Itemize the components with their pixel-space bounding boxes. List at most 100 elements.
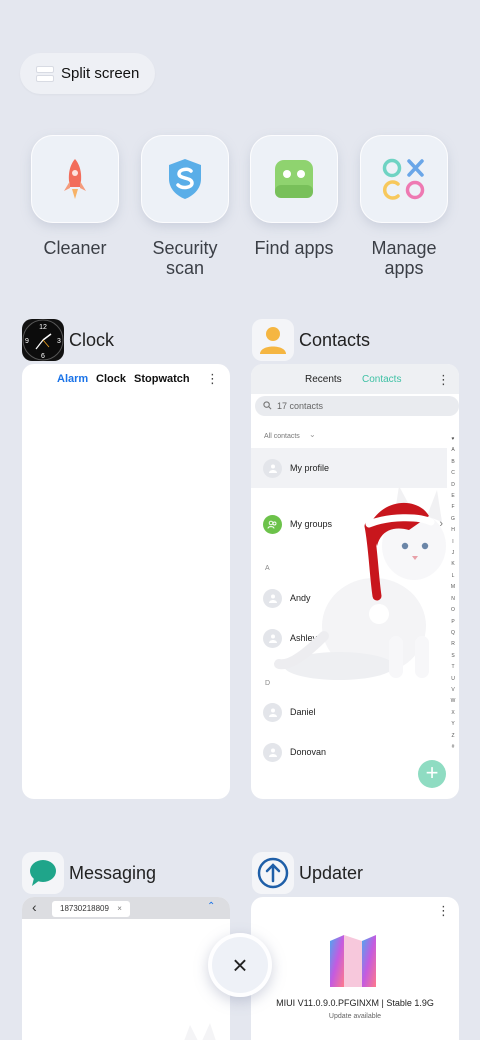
chip-close-icon: × (117, 904, 122, 913)
index-letter: Y (451, 721, 455, 728)
split-screen-label: Split screen (61, 65, 140, 82)
index-letter: W (450, 698, 456, 705)
search-icon (263, 401, 272, 410)
cleaner-button[interactable]: Cleaner (20, 135, 130, 258)
quick-actions: Cleaner Security scan Find apps Manage a… (0, 135, 480, 295)
avatar (263, 458, 282, 478)
index-letter: F (451, 504, 455, 511)
clock-dial-9: 9 (25, 338, 29, 345)
tab-stopwatch: Stopwatch (134, 373, 190, 385)
manage-apps-button[interactable]: Manage apps (349, 135, 459, 278)
my-profile-label: My profile (290, 463, 330, 473)
index-letter: E (451, 493, 455, 500)
clock-dial-6: 6 (41, 353, 45, 360)
index-letter: K (451, 561, 455, 568)
avatar (263, 742, 282, 762)
clock-card-preview[interactable]: Alarm Clock Stopwatch ⋮ (22, 364, 230, 799)
updater-card-preview[interactable]: ⋮ MIUI V11.0.9.0.PFGINXM | Stable 1.9G U… (251, 897, 459, 1040)
index-letter: D (451, 481, 455, 488)
back-icon: ‹ (32, 899, 37, 915)
recipient-number: 18730218809 (60, 904, 109, 913)
index-letter: C (451, 470, 455, 477)
updater-card-header[interactable]: Updater (252, 851, 363, 895)
updater-more-icon: ⋮ (437, 903, 450, 918)
clock-dial-12: 12 (39, 324, 47, 331)
split-screen-icon (36, 65, 54, 82)
chevron-down-icon: ⌄ (309, 430, 316, 439)
security-scan-label-line2: scan (165, 258, 205, 278)
security-scan-label-line1: Security (152, 238, 218, 258)
clock-dial-3: 3 (57, 338, 61, 345)
close-icon: × (232, 949, 248, 980)
alphabet-index: ♥ A B C D E F G H I J K L M N O P Q R S … (449, 434, 457, 753)
index-letter: J (451, 550, 455, 557)
miui-11-logo (330, 935, 376, 987)
index-letter: A (451, 447, 455, 454)
index-letter: Z (451, 732, 455, 739)
index-letter: ♥ (451, 436, 455, 442)
kitten-image (274, 486, 446, 680)
index-letter: I (452, 538, 454, 545)
messaging-toolbar: ‹ 18730218809 × ⌃ (22, 897, 230, 919)
manage-apps-label-line2: apps (384, 258, 424, 278)
kitten-ears-image (184, 1023, 216, 1040)
recipient-chip: 18730218809 × (52, 901, 130, 917)
android-icon (275, 160, 313, 198)
index-letter: S (451, 652, 455, 659)
my-profile-row: My profile (251, 448, 447, 488)
messaging-card-header[interactable]: Messaging (22, 851, 156, 895)
split-screen-button[interactable]: Split screen (20, 53, 155, 94)
contacts-tab-bar: Recents Contacts ⋮ (251, 364, 459, 394)
contact-row: Daniel (251, 692, 447, 732)
manage-apps-label-line1: Manage (371, 238, 437, 258)
manage-apps-tile[interactable] (360, 135, 448, 223)
index-letter: M (450, 584, 456, 591)
contacts-card-preview[interactable]: Recents Contacts ⋮ 17 contacts All conta… (251, 364, 459, 799)
security-scan-tile[interactable] (141, 135, 229, 223)
index-letter: O (451, 607, 455, 614)
index-letter: U (451, 675, 455, 682)
index-letter: T (451, 664, 455, 671)
index-letter: Q (451, 629, 455, 636)
find-apps-button[interactable]: Find apps (239, 135, 349, 258)
contacts-card-header[interactable]: Contacts (252, 318, 370, 362)
contact-name: Donovan (290, 747, 327, 757)
avatar (263, 702, 282, 722)
index-letter: V (451, 686, 455, 693)
clear-all-button[interactable]: × (208, 933, 272, 997)
clock-tabs: Alarm Clock Stopwatch (22, 373, 230, 391)
contacts-more-icon: ⋮ (437, 372, 450, 387)
contact-row: Donovan (251, 732, 447, 772)
messaging-app-icon (22, 852, 64, 894)
contact-name: Daniel (290, 707, 316, 717)
index-letter: P (451, 618, 455, 625)
updater-card-title: Updater (299, 862, 364, 883)
index-letter: G (451, 515, 455, 522)
clock-card-title: Clock (69, 329, 115, 350)
security-scan-button[interactable]: Security scan (130, 135, 240, 278)
add-contact-button: + (418, 760, 446, 788)
contacts-app-icon (252, 319, 294, 361)
contacts-card-title: Contacts (299, 329, 371, 350)
tab-recents: Recents (305, 374, 342, 385)
find-apps-label: Find apps (254, 238, 334, 258)
more-options-icon: ⋮ (206, 371, 219, 386)
tab-contacts: Contacts (362, 374, 402, 385)
index-letter: X (451, 709, 455, 716)
clock-card-header[interactable]: 12 3 6 9 Clock (22, 318, 114, 362)
version-text: MIUI V11.0.9.0.PFGINXM | Stable 1.9G (276, 998, 434, 1008)
cleaner-tile[interactable] (31, 135, 119, 223)
cleaner-label: Cleaner (43, 238, 107, 258)
index-letter: R (451, 641, 455, 648)
index-letter: B (451, 458, 455, 465)
shapes-icon (382, 158, 425, 200)
tab-alarm: Alarm (57, 373, 89, 385)
index-letter: L (451, 572, 455, 579)
contacts-search-field: 17 contacts (255, 396, 459, 416)
rocket-icon (64, 159, 86, 199)
find-apps-tile[interactable] (250, 135, 338, 223)
index-letter: # (451, 743, 455, 750)
messaging-card-preview[interactable]: ‹ 18730218809 × ⌃ (22, 897, 230, 1040)
index-letter: H (451, 527, 455, 534)
clock-app-icon: 12 3 6 9 (22, 319, 64, 361)
